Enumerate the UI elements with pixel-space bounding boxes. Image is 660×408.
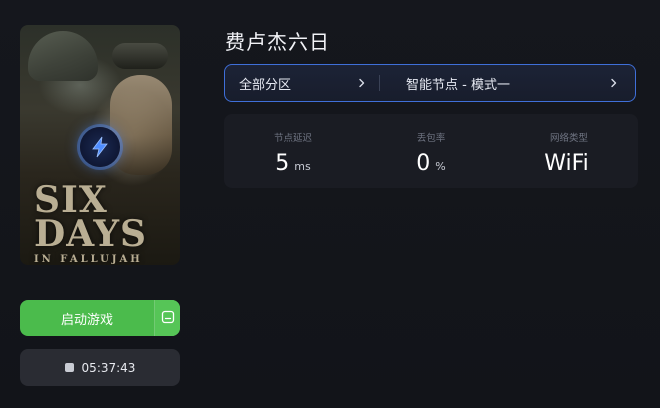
cover-face-shape	[110, 75, 172, 175]
stat-packet-loss: 丢包率 0 %	[362, 114, 500, 188]
cover-title-logo: SIX DAYS IN FALLUJAH	[34, 179, 164, 265]
network-stats-panel: 节点延迟 5 ms 丢包率 0 % 网络类型 WiFi	[224, 114, 638, 188]
game-cover-art[interactable]: SIX DAYS IN FALLUJAH	[20, 25, 180, 265]
stat-value: 0	[416, 151, 431, 176]
minimize-window-button[interactable]	[155, 300, 180, 336]
node-label: 智能节点 - 模式一	[406, 77, 510, 93]
elapsed-timer: 05:37:43	[81, 360, 136, 375]
accelerator-panel: SIX DAYS IN FALLUJAH 费卢杰六日 全部分区 智能节点 - 模…	[0, 0, 660, 408]
stat-label: 丢包率	[416, 133, 446, 144]
stat-value: WiFi	[544, 151, 589, 176]
node-mode-selector[interactable]: 智能节点 - 模式一	[380, 65, 635, 101]
cover-title-line-2: DAYS	[34, 213, 148, 255]
stat-value: 5	[275, 151, 290, 176]
node-selector: 全部分区 智能节点 - 模式一	[224, 64, 636, 102]
cover-goggle-shape	[112, 43, 168, 69]
stat-network-type: 网络类型 WiFi	[500, 114, 638, 188]
chevron-right-icon	[357, 78, 367, 88]
cover-helmet-shape	[28, 31, 98, 81]
stat-unit: ms	[294, 160, 311, 173]
chevron-right-icon	[609, 78, 619, 88]
stat-latency: 节点延迟 5 ms	[224, 114, 362, 188]
lightning-bolt-icon	[80, 127, 120, 167]
minimize-window-icon	[161, 309, 175, 328]
stat-label: 节点延迟	[273, 133, 312, 144]
region-label: 全部分区	[239, 77, 292, 93]
stat-label: 网络类型	[549, 133, 588, 144]
region-selector[interactable]: 全部分区	[225, 65, 379, 101]
game-title: 费卢杰六日	[225, 30, 330, 54]
launch-game-button-group: 启动游戏	[20, 300, 180, 336]
stop-acceleration-button[interactable]: 05:37:43	[20, 349, 180, 386]
stat-unit: %	[435, 160, 446, 173]
launch-game-button[interactable]: 启动游戏	[20, 300, 154, 336]
cover-title-line-1: SIX	[34, 179, 108, 221]
stop-icon	[64, 363, 74, 372]
